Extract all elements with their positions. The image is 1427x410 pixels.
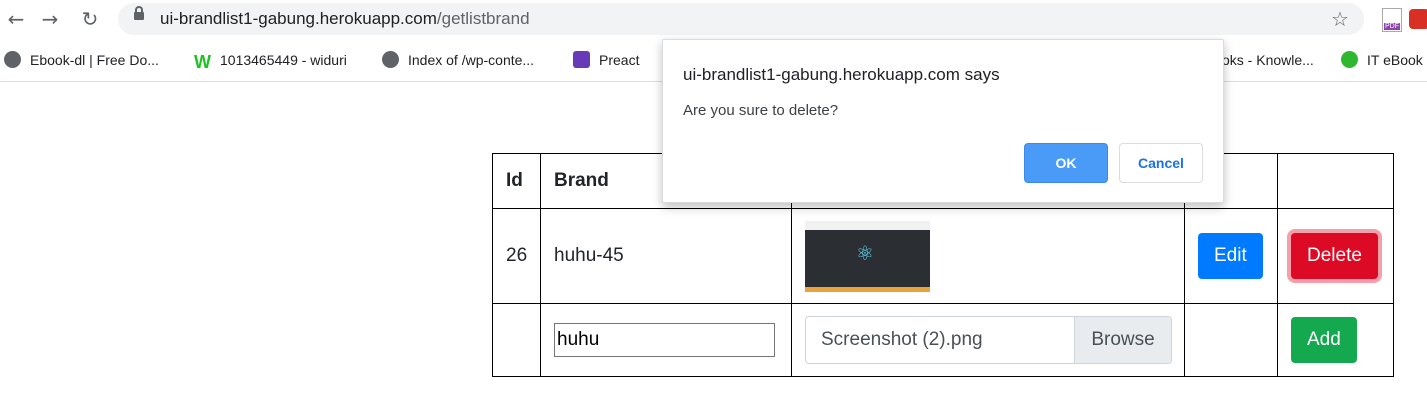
bookmark-item[interactable]: Preact xyxy=(573,50,639,70)
globe-icon xyxy=(382,51,399,68)
bookmark-item[interactable]: W 1013465449 - widuri xyxy=(194,50,347,72)
file-input[interactable]: Screenshot (2).png Browse xyxy=(805,316,1172,364)
reload-icon[interactable]: ↻ xyxy=(78,8,102,30)
green-dot-icon xyxy=(1341,51,1358,68)
brand-name-input[interactable]: huhu xyxy=(554,323,775,357)
column-header-delete xyxy=(1277,153,1394,209)
browse-button[interactable]: Browse xyxy=(1074,317,1171,363)
react-logo-icon: ⚛ xyxy=(856,240,874,265)
cell-id: 26 xyxy=(492,208,541,304)
bookmark-item[interactable]: oks - Knowle... xyxy=(1222,50,1314,70)
ok-button[interactable]: OK xyxy=(1024,143,1108,183)
cell-brand-input: huhu xyxy=(540,303,792,377)
cell-delete: Delete xyxy=(1277,208,1394,304)
extension-icon[interactable] xyxy=(1409,9,1427,29)
edit-button[interactable]: Edit xyxy=(1198,233,1263,279)
cancel-button[interactable]: Cancel xyxy=(1119,143,1203,183)
star-icon[interactable]: ☆ xyxy=(1331,7,1349,31)
w-logo-icon: W xyxy=(194,52,211,72)
address-bar[interactable]: ui-brandlist1-gabung.herokuapp.com/getli… xyxy=(118,3,1364,35)
dialog-title: ui-brandlist1-gabung.herokuapp.com says xyxy=(683,65,1000,84)
add-brand-form-row: huhu Screenshot (2).png Browse Add xyxy=(492,303,1394,377)
bookmark-item[interactable]: Index of /wp-conte... xyxy=(382,50,534,70)
cell-file-input: Screenshot (2).png Browse xyxy=(791,303,1185,377)
arrow-left-icon[interactable]: ← xyxy=(4,8,28,30)
cell-add: Add xyxy=(1277,303,1394,377)
file-name-label: Screenshot (2).png xyxy=(821,329,983,350)
preact-icon xyxy=(573,51,590,68)
confirm-dialog: ui-brandlist1-gabung.herokuapp.com says … xyxy=(662,39,1224,203)
brand-thumbnail-image: ⚛ xyxy=(805,220,930,292)
table-row: 26 huhu-45 ⚛ Edit Delete xyxy=(492,208,1394,304)
url-text: ui-brandlist1-gabung.herokuapp.com/getli… xyxy=(160,9,530,28)
cell-edit: Edit xyxy=(1184,208,1278,304)
browser-toolbar: ← → ↻ ui-brandlist1-gabung.herokuapp.com… xyxy=(0,0,1427,39)
add-button[interactable]: Add xyxy=(1291,317,1357,363)
delete-button[interactable]: Delete xyxy=(1291,233,1378,279)
cell-image: ⚛ xyxy=(791,208,1185,304)
pdf-extension-icon[interactable]: PDF xyxy=(1382,8,1402,32)
column-header-id: Id xyxy=(492,153,541,209)
cell-empty xyxy=(1184,303,1278,377)
bookmark-item[interactable]: IT eBook xyxy=(1341,50,1423,70)
dialog-message: Are you sure to delete? xyxy=(683,102,839,119)
cell-brand: huhu-45 xyxy=(540,208,792,304)
cell-empty xyxy=(492,303,541,377)
globe-icon xyxy=(4,51,21,68)
lock-icon xyxy=(134,6,144,20)
arrow-right-icon[interactable]: → xyxy=(38,8,62,30)
bookmark-item[interactable]: Ebook-dl | Free Do... xyxy=(4,50,159,70)
